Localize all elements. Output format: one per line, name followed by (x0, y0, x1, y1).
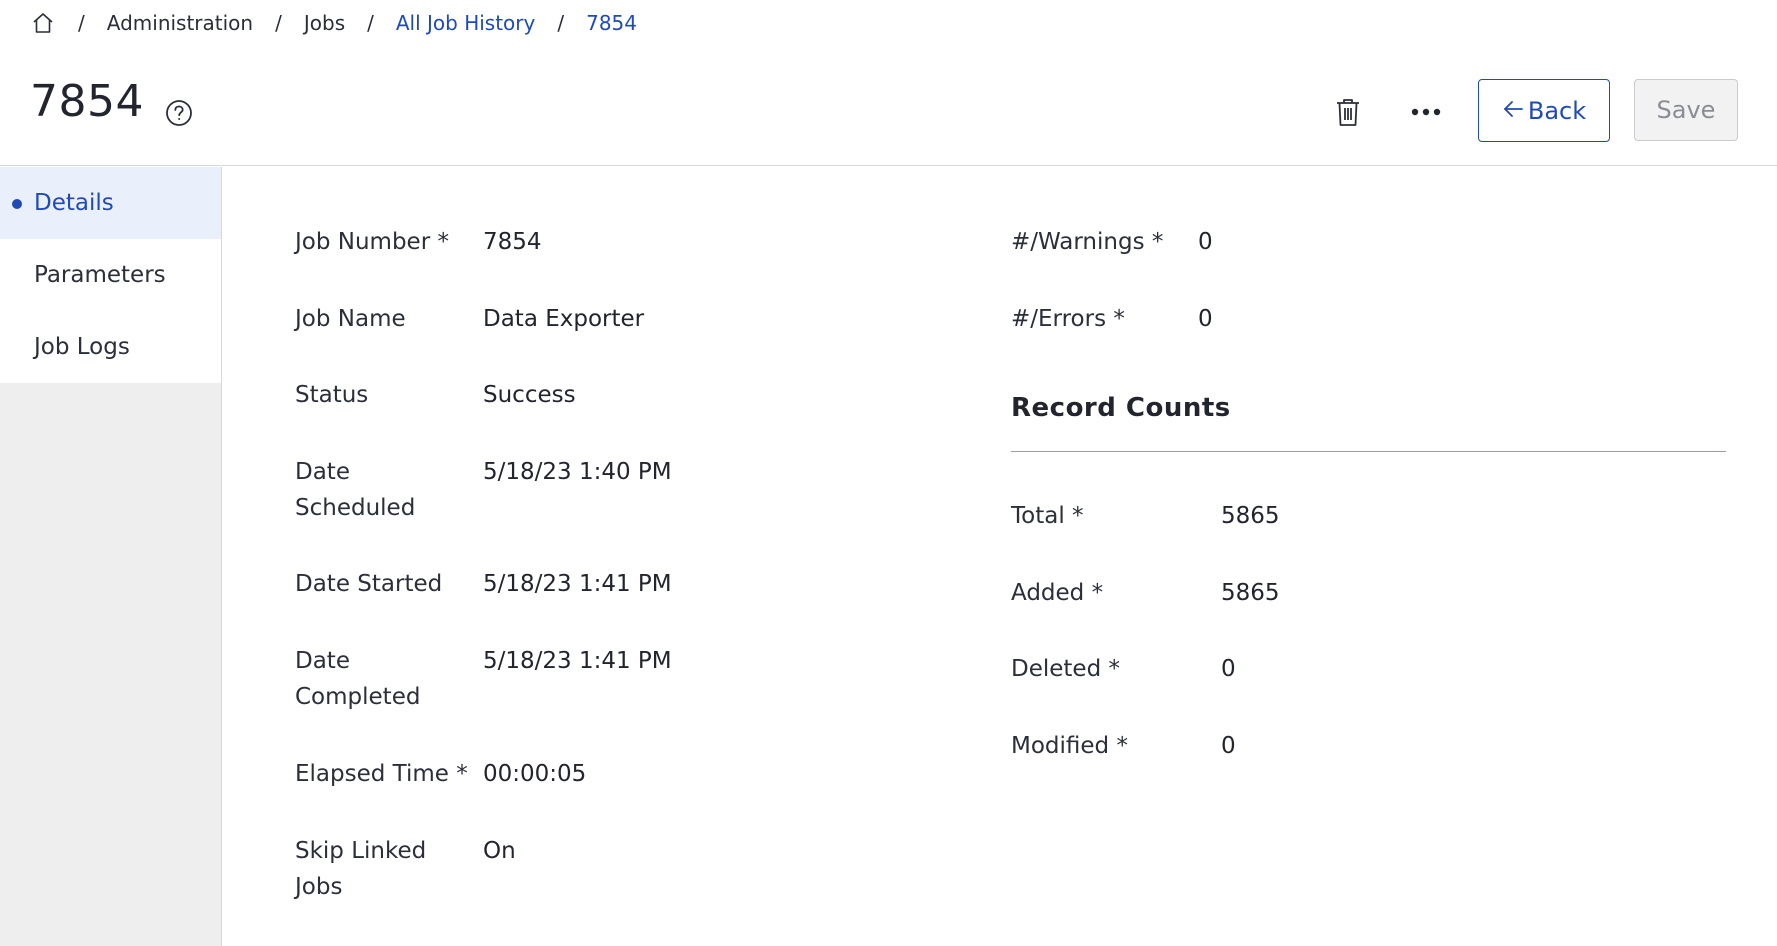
question-circle-icon[interactable] (164, 98, 194, 128)
sidebar-item-parameters[interactable]: Parameters (0, 239, 221, 311)
page-title: 7854 (30, 76, 144, 127)
sidebar-item-details[interactable]: Details (0, 167, 221, 239)
trash-icon[interactable] (1331, 94, 1365, 130)
sidebar-item-job-logs[interactable]: Job Logs (0, 311, 221, 383)
date-started-value: 5/18/23 1:41 PM (483, 571, 672, 597)
field-label: Elapsed Time * (295, 761, 468, 787)
job-number-value: 7854 (483, 229, 542, 255)
added-value: 5865 (1221, 580, 1280, 606)
field-label: Added * (1011, 580, 1104, 606)
field-label: Job Number * (295, 229, 449, 255)
field-label: Status (295, 382, 369, 408)
field-label: Skip Linked Jobs (295, 838, 427, 900)
sidebar-item-label: Details (34, 190, 114, 216)
status-value: Success (483, 382, 576, 408)
deleted-value: 0 (1221, 656, 1236, 682)
elapsed-time-value: 00:00:05 (483, 761, 587, 787)
active-indicator-dot (12, 199, 22, 209)
job-name-value: Data Exporter (483, 306, 645, 332)
arrow-left-icon (1502, 97, 1524, 125)
field-label: #/Warnings * (1011, 229, 1164, 255)
home-icon[interactable] (30, 10, 56, 36)
breadcrumb-separator: / (275, 11, 282, 35)
errors-value: 0 (1198, 306, 1213, 332)
record-counts-heading: Record Counts (1011, 393, 1231, 423)
modified-value: 0 (1221, 733, 1236, 759)
date-scheduled-value: 5/18/23 1:40 PM (483, 459, 672, 485)
warnings-value: 0 (1198, 229, 1213, 255)
sidebar-menu: Details Parameters Job Logs (0, 167, 221, 383)
page-header: 7854 Back Save (0, 62, 1777, 166)
section-divider (1011, 451, 1726, 452)
date-completed-value: 5/18/23 1:41 PM (483, 648, 672, 674)
sidebar-item-label: Job Logs (34, 334, 130, 360)
field-label: Date Completed (295, 648, 421, 710)
breadcrumb-jobs[interactable]: Jobs (304, 11, 345, 35)
field-label: Job Name (295, 306, 406, 332)
breadcrumb-administration[interactable]: Administration (107, 11, 253, 35)
total-value: 5865 (1221, 503, 1280, 529)
breadcrumb-separator: / (78, 11, 85, 35)
breadcrumb-current[interactable]: 7854 (586, 11, 637, 35)
field-label: Date Scheduled (295, 459, 416, 521)
skip-linked-jobs-value: On (483, 838, 516, 864)
ellipsis-icon[interactable] (1408, 94, 1444, 130)
sidebar: Details Parameters Job Logs (0, 167, 222, 946)
breadcrumb: / Administration / Jobs / All Job Histor… (30, 8, 637, 38)
back-button[interactable]: Back (1478, 79, 1610, 142)
sidebar-item-label: Parameters (34, 262, 166, 288)
field-label: #/Errors * (1011, 306, 1125, 332)
back-button-label: Back (1527, 96, 1587, 125)
field-label: Total * (1011, 503, 1084, 529)
breadcrumb-separator: / (367, 11, 374, 35)
field-label: Deleted * (1011, 656, 1120, 682)
save-button[interactable]: Save (1634, 79, 1738, 141)
field-label: Modified * (1011, 733, 1128, 759)
breadcrumb-all-job-history[interactable]: All Job History (396, 11, 536, 35)
breadcrumb-separator: / (557, 11, 565, 35)
field-label: Date Started (295, 571, 443, 597)
